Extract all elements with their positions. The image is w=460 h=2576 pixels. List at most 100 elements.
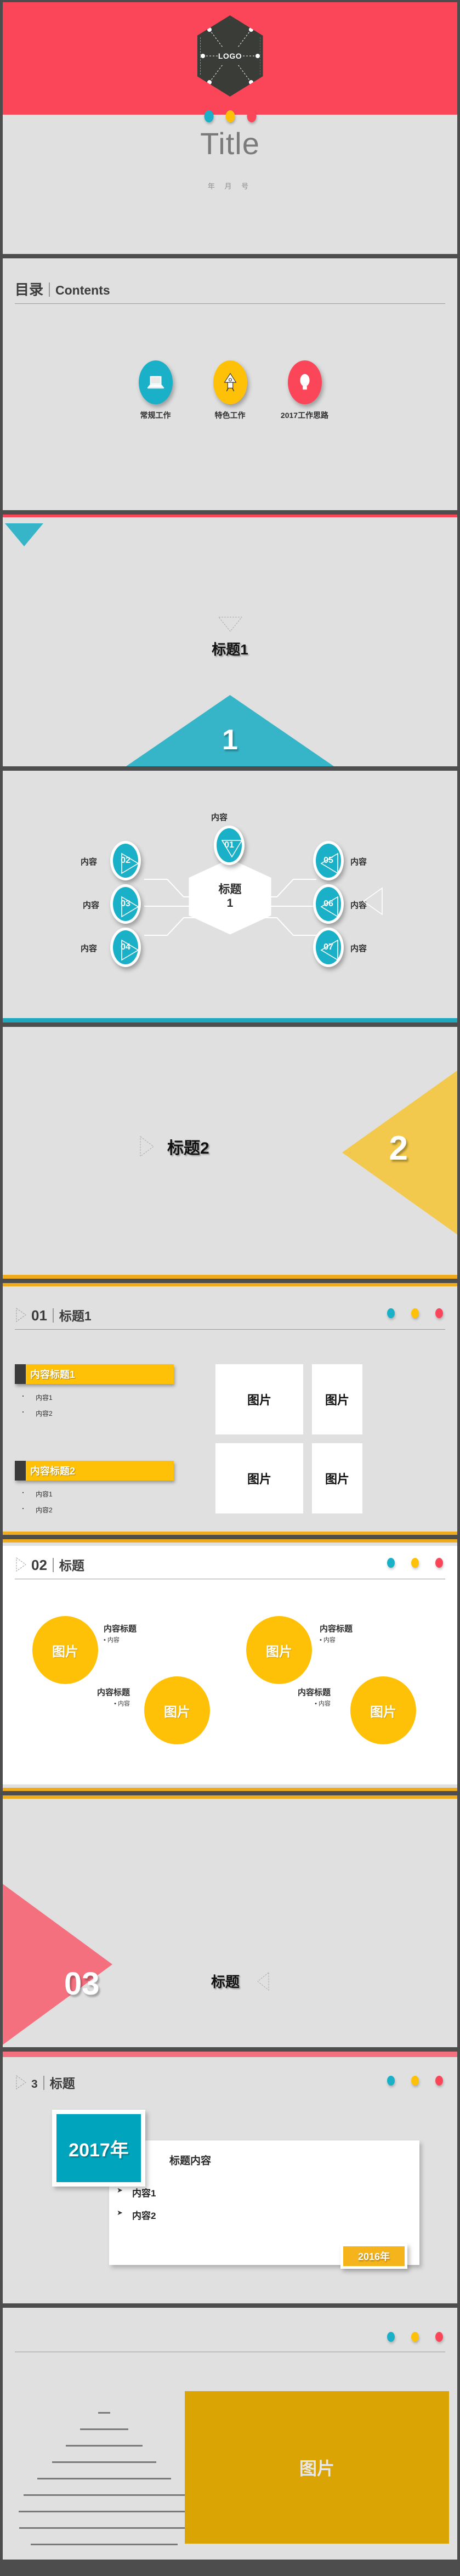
slide-section-1: 标题1 1: [3, 515, 457, 766]
header-rule: [15, 303, 445, 304]
hex-center-label: 标题 1: [218, 883, 242, 909]
image-placeholder[interactable]: 图片: [312, 1443, 362, 1513]
lightbulb-icon: [299, 374, 310, 390]
list-item: 内容2: [116, 2208, 156, 2222]
content03-header-num: 3: [31, 2078, 38, 2091]
contents-item-3[interactable]: 2017工作思路: [277, 360, 332, 421]
hex-diagram: 标题 1 01 内容 02 内容 03 内容 04 内容 05 内容 06 内容…: [3, 771, 457, 1023]
section3-pink-triangle: [3, 1844, 112, 2047]
content01-header-title: 标题1: [59, 1309, 92, 1323]
diagram-node-07[interactable]: 07: [313, 928, 348, 971]
text-line: [31, 2544, 178, 2545]
section1-corner-triangle: [5, 523, 43, 546]
diagram-bottom-bar: [3, 1018, 457, 1023]
contents-header-cn: 目录: [15, 281, 44, 298]
content01-top-bar: [3, 1283, 457, 1286]
text-line: [52, 2461, 156, 2463]
slide-content-01: 01 标题1 内容标题1 内容1 内容2: [3, 1283, 457, 1535]
dot-yellow: [411, 1308, 419, 1318]
contents-label-2: 特色工作: [214, 411, 246, 420]
content01-left-column: 内容标题1 内容1 内容2 内容标题2 内容1 内容2: [15, 1364, 174, 1535]
image-placeholder[interactable]: 图片: [312, 1364, 362, 1434]
list-item: 内容2: [21, 1502, 174, 1515]
text-line: [66, 2445, 143, 2447]
list-item: 内容1: [116, 2185, 156, 2199]
diagram-num-05: 05: [323, 856, 333, 865]
tag-dark-cap: [15, 1364, 26, 1384]
diagram-node-01[interactable]: 01: [214, 826, 249, 869]
triangle-right-outline-icon: [16, 1557, 26, 1572]
diagram-node-04[interactable]: 04: [110, 928, 145, 971]
content03-panel-list: 内容1 内容2: [116, 2185, 156, 2230]
section2-bottom-bar: [3, 1275, 457, 1279]
contents-header: 目录 Contents: [15, 283, 445, 304]
list-item: 内容1: [21, 1390, 174, 1402]
logo-text: LOGO: [218, 52, 242, 60]
contents-item-1[interactable]: 常规工作: [128, 360, 183, 421]
diagram-node-03[interactable]: 03: [110, 884, 145, 928]
content01-tag-label-2: 内容标题2: [26, 1461, 174, 1481]
content01-header: 01 标题1: [15, 1307, 445, 1330]
section3-title: 标题: [211, 1974, 240, 1990]
section1-title: 标题1: [212, 641, 248, 658]
diagram-node-02[interactable]: 02: [110, 841, 145, 885]
content02-image-4[interactable]: 图片: [350, 1676, 416, 1744]
content01-header-num: 01: [31, 1307, 47, 1324]
diagram-caption-04: 内容: [81, 944, 98, 953]
content02-image-2[interactable]: 图片: [144, 1676, 210, 1744]
dot-red: [435, 1558, 443, 1568]
section2-number: 2: [389, 1129, 408, 1167]
contents-icon-badge-1: [138, 360, 173, 404]
dot-red: [435, 2332, 443, 2342]
content01-bullets-1: 内容1 内容2: [15, 1390, 174, 1418]
contents-item-2[interactable]: 特色工作: [203, 360, 258, 421]
final-image-placeholder[interactable]: 图片: [185, 2391, 449, 2544]
header-rule: [15, 1329, 445, 1330]
content03-year-right-label: 2016年: [343, 2246, 405, 2266]
dot-teal: [387, 2076, 395, 2086]
content02-text-4: 内容标题 • 内容: [298, 1686, 331, 1708]
content02-title-1: 内容标题: [104, 1624, 137, 1634]
diagram-node-05[interactable]: 05: [313, 841, 348, 885]
content01-block-2: 内容标题2 内容1 内容2: [15, 1461, 174, 1515]
content02-image-3[interactable]: 图片: [246, 1616, 312, 1684]
content01-tag-2: 内容标题2: [15, 1461, 174, 1481]
diagram-caption-01: 内容: [211, 813, 228, 822]
title-dot-group: [204, 110, 256, 122]
contents-icon-badge-3: [287, 360, 322, 404]
content02-header-num: 02: [31, 1557, 47, 1573]
image-placeholder[interactable]: 图片: [215, 1443, 303, 1513]
diagram-num-06: 06: [323, 899, 333, 908]
ghost-triangle-left-icon: [362, 887, 383, 916]
page-subtitle: 年 月 号: [207, 182, 253, 190]
dot-teal: [204, 110, 213, 122]
triangle-right-outline-icon: [16, 1308, 26, 1322]
content02-image-1[interactable]: 图片: [32, 1616, 98, 1684]
content03-header-title: 标题: [49, 2076, 75, 2091]
content02-body-3: • 内容: [320, 1637, 336, 1643]
list-item: 内容1: [21, 1487, 174, 1499]
diagram-num-04: 04: [121, 942, 130, 952]
dot-red: [435, 1308, 443, 1318]
diagram-node-06[interactable]: 06: [313, 884, 348, 928]
dot-yellow: [411, 2332, 419, 2342]
content03-year-card-right: 2016年: [340, 2244, 407, 2269]
content01-image-grid: 图片 图片 图片 图片: [215, 1364, 362, 1513]
tag-dark-cap: [15, 1461, 26, 1481]
section1-red-bar: [3, 515, 457, 517]
dot-teal: [387, 2332, 395, 2342]
section2-title-row: 标题2: [139, 1134, 209, 1159]
dot-teal: [387, 1308, 395, 1318]
text-line: [80, 2428, 128, 2430]
contents-label-3: 2017工作思路: [280, 411, 329, 420]
content03-header: 3 标题: [15, 2075, 445, 2090]
text-line: [19, 2511, 190, 2512]
diagram-caption-05: 内容: [350, 857, 367, 867]
slide-content-03: 3 标题 标题内容 内容1 内容2 2017年 2016年: [3, 2052, 457, 2303]
image-placeholder[interactable]: 图片: [215, 1364, 303, 1434]
diagram-num-03: 03: [121, 899, 130, 908]
content01-tag-1: 内容标题1: [15, 1364, 174, 1384]
section2-title: 标题2: [167, 1139, 209, 1157]
slide-contents: 目录 Contents 常规工作 特色工作 2017工作思路: [3, 258, 457, 510]
content03-year-card-left: 2017年: [52, 2110, 145, 2187]
